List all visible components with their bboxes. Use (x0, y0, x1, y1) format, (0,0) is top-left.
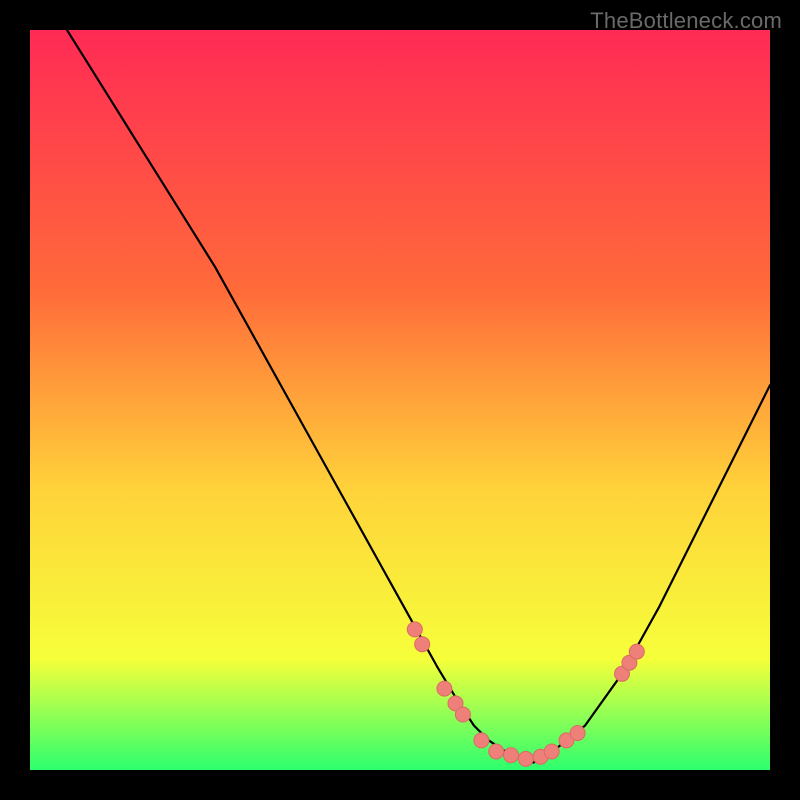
data-dot (489, 744, 504, 759)
data-dot (415, 637, 430, 652)
plot-area (30, 30, 770, 770)
data-dot (504, 748, 519, 763)
chart-svg (30, 30, 770, 770)
data-dot (544, 744, 559, 759)
data-dot (474, 733, 489, 748)
data-dot (518, 751, 533, 766)
data-dot (629, 644, 644, 659)
data-dot (570, 726, 585, 741)
data-dot (437, 681, 452, 696)
gradient-bg (30, 30, 770, 770)
data-dot (455, 707, 470, 722)
chart-frame: TheBottleneck.com (0, 0, 800, 800)
watermark-label: TheBottleneck.com (590, 8, 782, 34)
data-dot (407, 622, 422, 637)
